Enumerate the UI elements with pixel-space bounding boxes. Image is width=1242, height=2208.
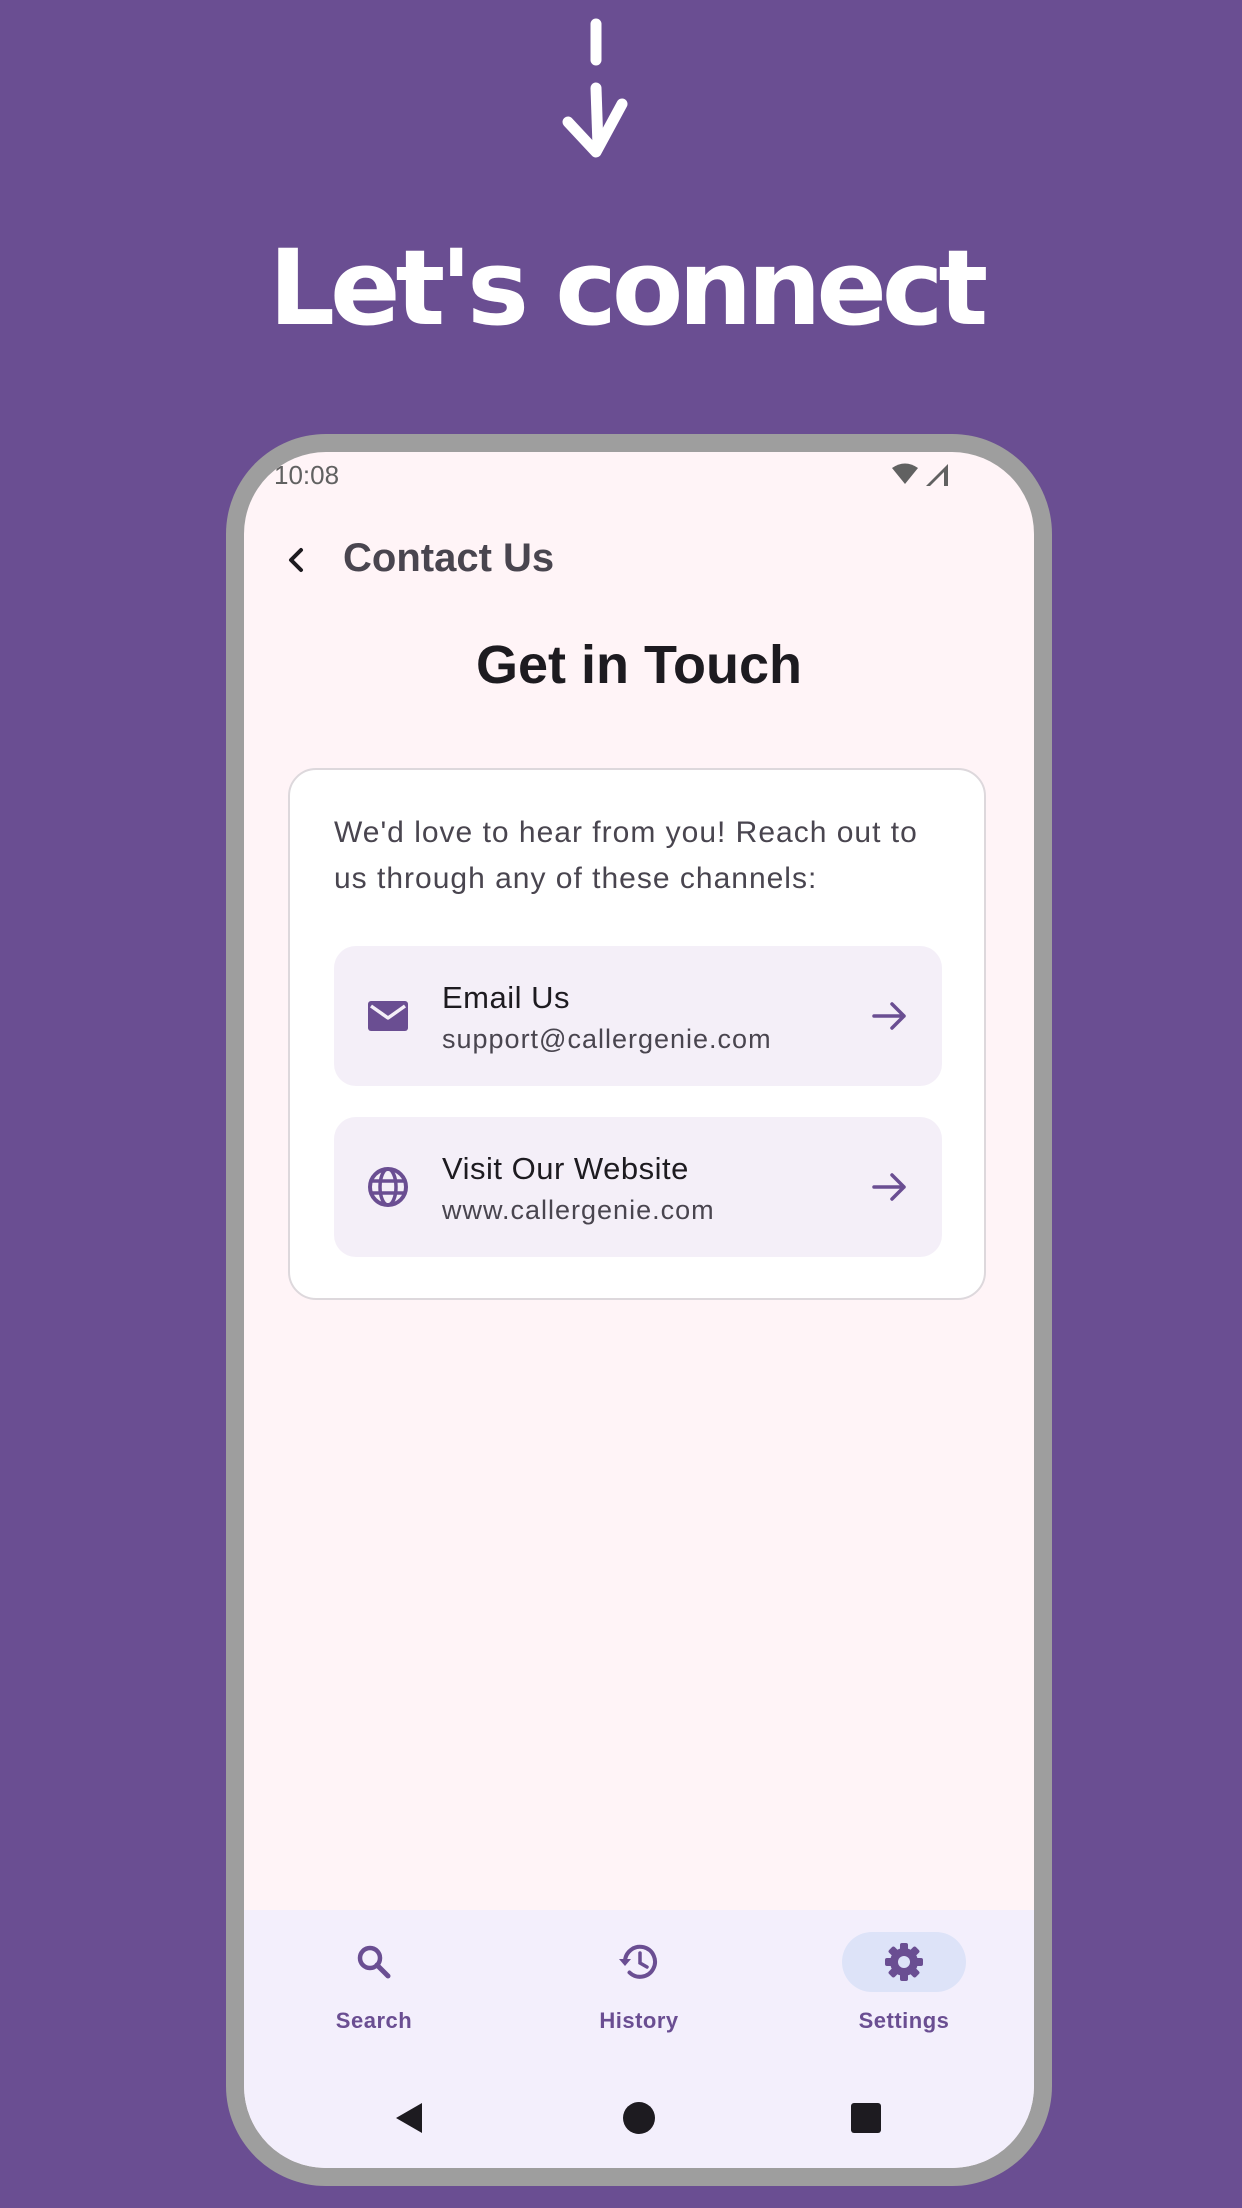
arrow-right-icon: [872, 1002, 906, 1030]
app-bar: Contact Us: [244, 512, 1034, 608]
arrow-right-icon: [872, 1173, 906, 1201]
settings-icon: [885, 1943, 923, 1981]
email-address: support@callergenie.com: [442, 1024, 772, 1054]
email-us-item[interactable]: Email Us support@callergenie.com: [334, 946, 942, 1086]
system-navigation-bar: [244, 2088, 1034, 2148]
nav-label-history: History: [599, 2008, 679, 2033]
nav-pill-search: [312, 1932, 436, 1992]
nav-pill-history: [577, 1932, 701, 1992]
email-us-title: Email Us: [442, 980, 571, 1015]
nav-label-settings: Settings: [858, 2008, 950, 2033]
search-icon: [357, 1945, 391, 1979]
system-back-icon[interactable]: [392, 2100, 428, 2136]
globe-icon: [368, 1167, 408, 1207]
system-recents-icon[interactable]: [848, 2100, 884, 2136]
website-item[interactable]: Visit Our Website www.callergenie.com: [334, 1117, 942, 1257]
nav-item-search[interactable]: Search: [274, 1932, 474, 2042]
email-icon: [368, 1001, 408, 1031]
contact-card: We'd love to hear from you! Reach out to…: [288, 768, 986, 1300]
section-title: Get in Touch: [476, 635, 802, 695]
phone-screen: 10:08 Contact Us Get in Touch We'd love …: [244, 452, 1034, 2168]
nav-item-settings[interactable]: Settings: [804, 1932, 1004, 2042]
back-button[interactable]: [266, 530, 326, 590]
page-title: Contact Us: [343, 536, 555, 580]
nav-label-search: Search: [335, 2008, 413, 2033]
system-home-icon[interactable]: [621, 2100, 657, 2136]
chevron-left-icon: [289, 548, 303, 572]
signal-wifi-icons: [892, 463, 948, 486]
website-title: Visit Our Website: [442, 1151, 689, 1186]
nav-item-history[interactable]: History: [539, 1932, 739, 2042]
nav-pill-settings: [842, 1932, 966, 1992]
status-time: 10:08: [274, 460, 340, 490]
promo-headline: Let's connect: [268, 227, 989, 349]
wifi-icon: [892, 463, 918, 484]
bottom-navigation: Search History Settings: [244, 1910, 1034, 2168]
phone-frame: 10:08 Contact Us Get in Touch We'd love …: [226, 434, 1052, 2186]
down-arrow-doodle-icon: [562, 18, 628, 158]
card-intro-text: We'd love to hear from you! Reach out to…: [334, 816, 918, 895]
website-url: www.callergenie.com: [442, 1195, 715, 1225]
history-icon: [619, 1944, 657, 1979]
status-bar: 10:08: [244, 452, 1034, 498]
